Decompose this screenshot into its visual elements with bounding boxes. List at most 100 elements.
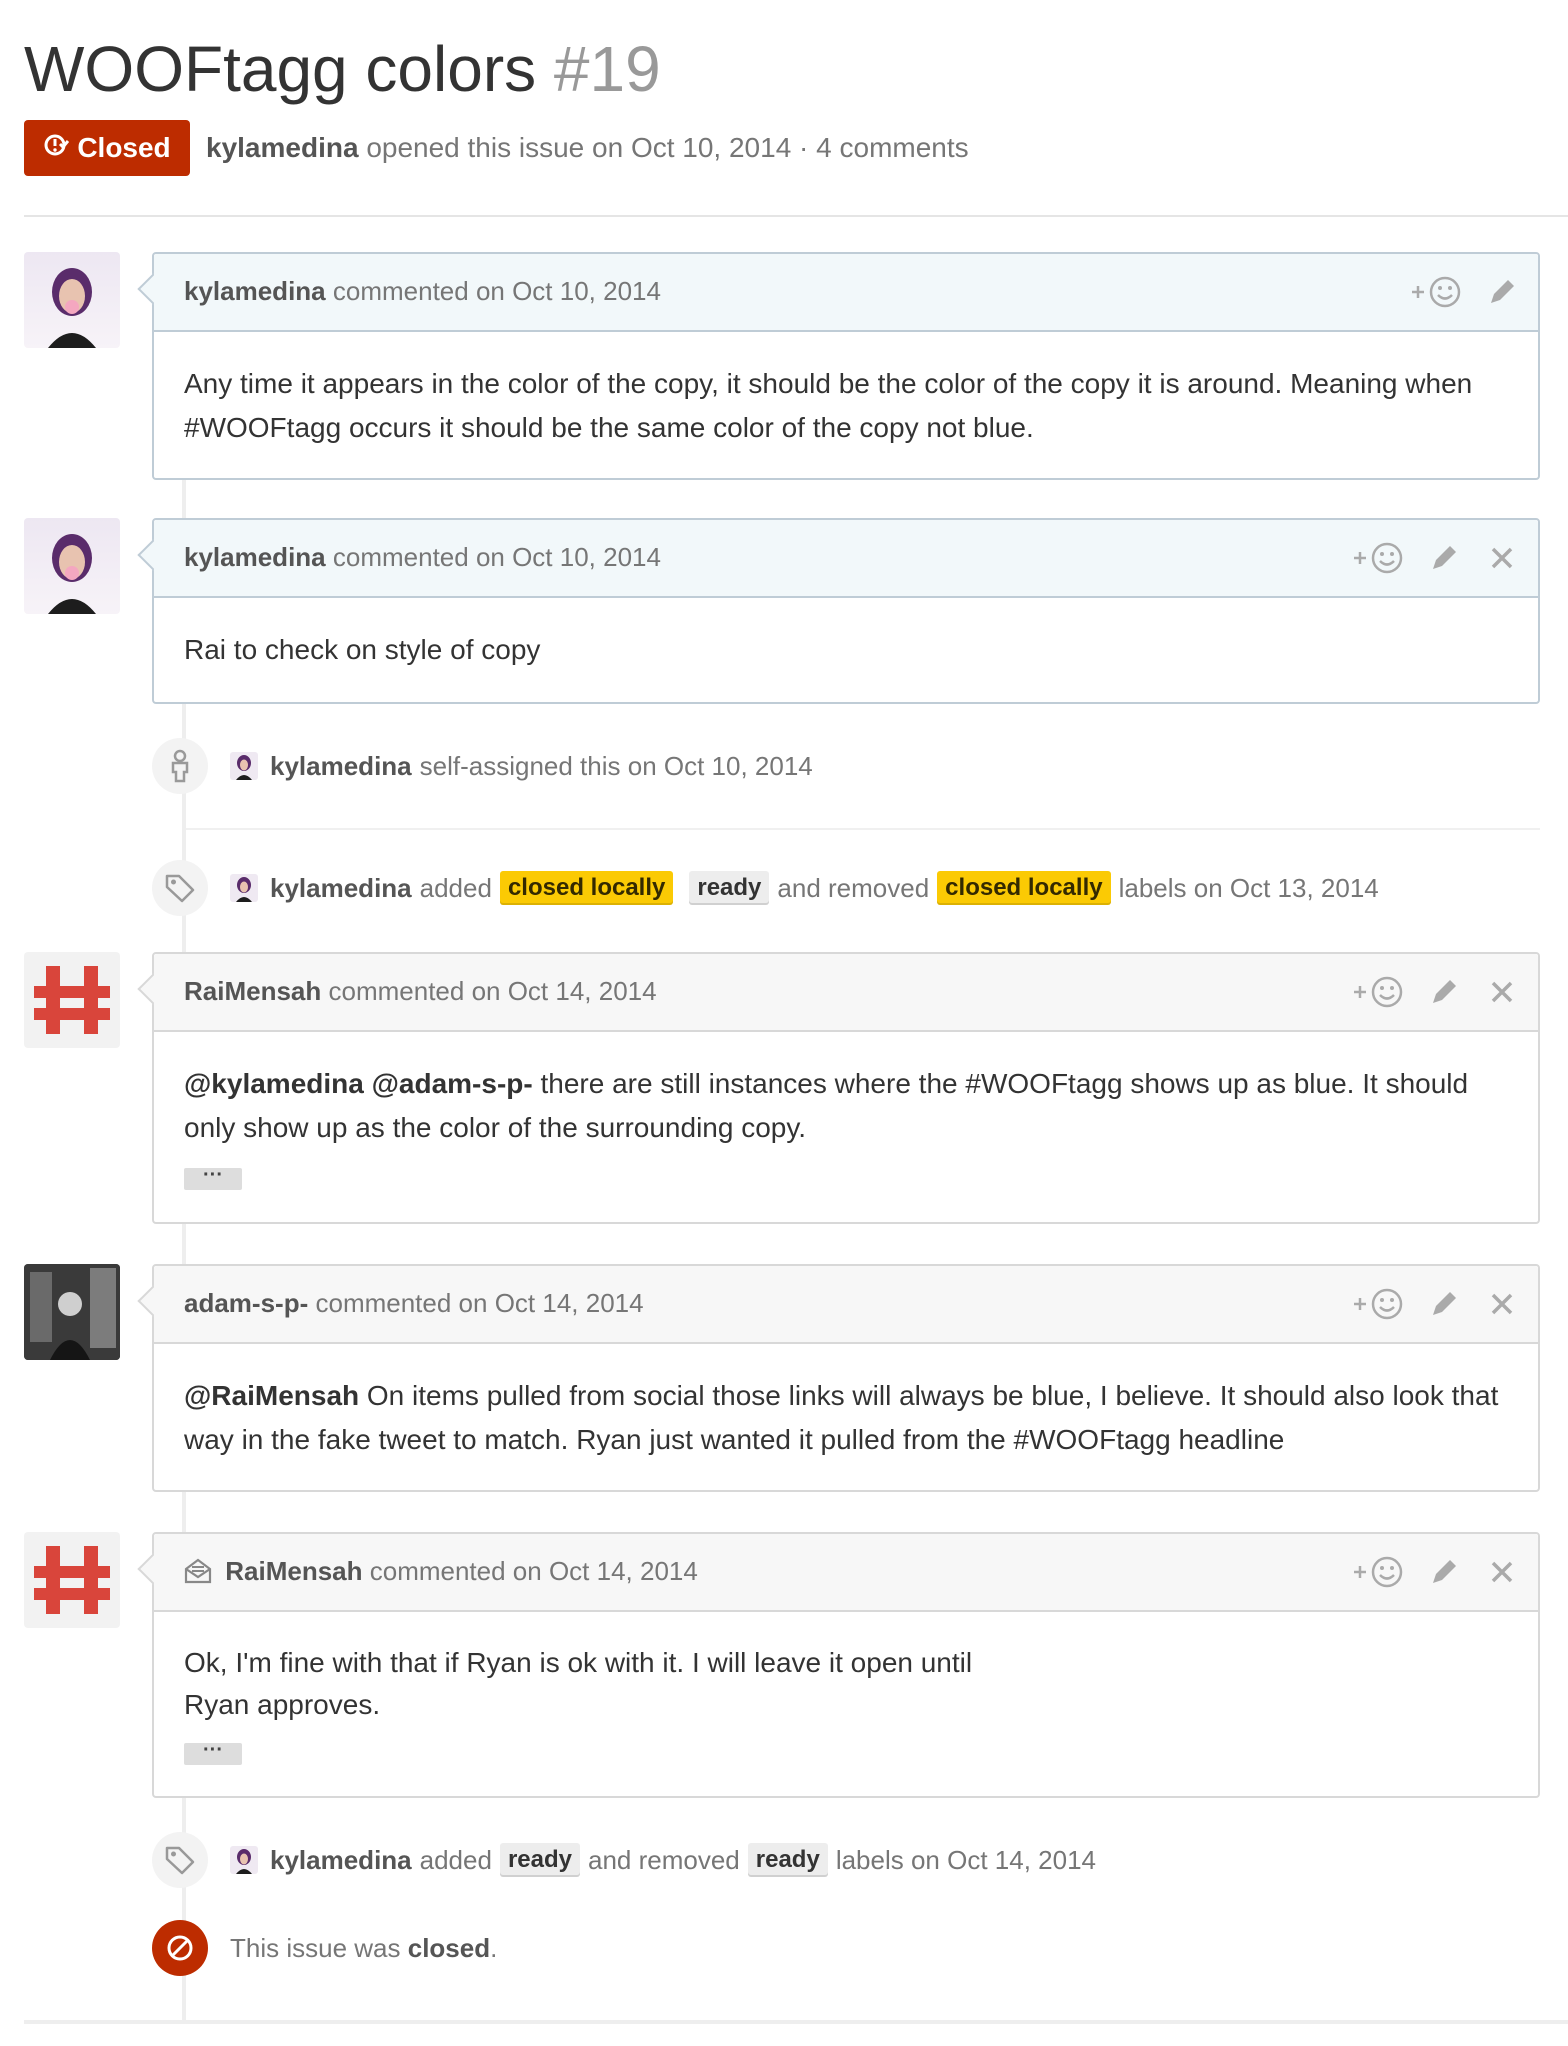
comment-author[interactable]: adam-s-p-	[184, 1288, 308, 1318]
comment-header: kylamedina commented on Oct 10, 2014	[154, 254, 1538, 332]
event-text: added	[419, 1844, 492, 1875]
assign-event: kylamedina self-assigned this on Oct 10,…	[152, 738, 813, 794]
pencil-icon[interactable]	[1424, 1284, 1464, 1324]
event-text: added	[419, 872, 492, 903]
comment-actions	[1350, 972, 1522, 1012]
comment-timestamp[interactable]: commented on Oct 10, 2014	[333, 276, 661, 306]
show-more-button[interactable]: ···	[184, 1165, 242, 1190]
state-label: Closed	[77, 132, 171, 163]
event-text: and removed	[588, 1844, 740, 1875]
closed-prefix: This issue was	[230, 1932, 401, 1963]
add-reaction-icon[interactable]	[1350, 538, 1406, 578]
comment-body: @RaiMensah On items pulled from social t…	[154, 1344, 1538, 1462]
comment-body: Any time it appears in the color of the …	[154, 332, 1538, 450]
comment-text-line: #WOOFtagg occurs it should be the same c…	[184, 412, 1034, 443]
email-icon	[184, 1556, 212, 1594]
comment-timestamp[interactable]: commented on Oct 10, 2014	[333, 542, 661, 572]
comment-body: @kylamedina @adam-s-p- there are still i…	[154, 1032, 1538, 1194]
mention-link[interactable]: @kylamedina	[184, 1068, 364, 1099]
comment-timestamp[interactable]: commented on Oct 14, 2014	[329, 976, 657, 1006]
avatar[interactable]	[24, 1264, 120, 1360]
event-text: labels on Oct 14, 2014	[835, 1844, 1096, 1875]
add-reaction-icon[interactable]	[1350, 972, 1406, 1012]
issue-closed-icon	[43, 132, 70, 165]
close-icon[interactable]	[1482, 1552, 1522, 1592]
timeline-end-divider	[24, 2020, 1568, 2024]
header-divider	[24, 215, 1568, 217]
show-more-button[interactable]: ···	[184, 1740, 242, 1765]
event-actor[interactable]: kylamedina	[270, 873, 412, 904]
comment-actions	[1408, 272, 1522, 312]
close-icon[interactable]	[1482, 972, 1522, 1012]
closed-state: closed	[407, 1932, 491, 1963]
label-event: kylamedina added ready and removed ready…	[152, 1832, 1096, 1888]
event-actor[interactable]: kylamedina	[270, 1845, 412, 1876]
issue-number: #19	[553, 33, 661, 105]
pencil-icon[interactable]	[1424, 972, 1464, 1012]
label-badge[interactable]: ready	[747, 1843, 828, 1877]
event-actor[interactable]: kylamedina	[270, 751, 412, 782]
comment-card: RaiMensah commented on Oct 14, 2014 @kyl…	[137, 952, 1540, 1224]
comment-text-line: Any time it appears in the color of the …	[184, 368, 1473, 399]
comment-actions	[1350, 1552, 1522, 1592]
event-text: and removed	[777, 872, 930, 903]
closed-suffix: .	[490, 1932, 498, 1963]
comment-text-line: Ok, I'm fine with that if Ryan is ok wit…	[184, 1647, 973, 1678]
avatar[interactable]	[24, 1532, 120, 1628]
comment-header: kylamedina commented on Oct 10, 2014	[154, 520, 1538, 598]
comment-timestamp[interactable]: commented on Oct 14, 2014	[370, 1556, 698, 1586]
comment-author[interactable]: RaiMensah	[225, 1556, 362, 1586]
event-divider	[186, 828, 1540, 830]
label-event: kylamedina added closed locally ready an…	[152, 860, 1379, 916]
label-badge[interactable]: closed locally	[499, 871, 674, 905]
label-badge[interactable]: closed locally	[937, 871, 1111, 905]
comment-text-line: way in the fake tweet to match. Ryan jus…	[184, 1424, 1285, 1455]
avatar[interactable]	[24, 518, 120, 614]
mention-link[interactable]: @adam-s-p-	[372, 1068, 533, 1099]
mini-avatar[interactable]	[230, 874, 258, 902]
issue-meta-text: opened this issue on Oct 10, 2014 · 4 co…	[366, 132, 969, 163]
issue-title: WOOFtagg colors	[24, 33, 537, 105]
comment-author[interactable]: RaiMensah	[184, 976, 321, 1006]
mini-avatar[interactable]	[230, 1846, 258, 1874]
label-badge[interactable]: ready	[499, 1843, 580, 1877]
comment-author[interactable]: kylamedina	[184, 276, 326, 306]
event-text: self-assigned this on Oct 10, 2014	[419, 750, 813, 781]
pencil-icon[interactable]	[1482, 272, 1522, 312]
issue-title-row: WOOFtagg colors #19	[24, 30, 661, 108]
comment-actions	[1350, 1284, 1522, 1324]
add-reaction-icon[interactable]	[1350, 1284, 1406, 1324]
comment-header: RaiMensah commented on Oct 14, 2014	[154, 1534, 1538, 1612]
comment-author[interactable]: kylamedina	[184, 542, 326, 572]
comment-text-line: Rai to check on style of copy	[184, 634, 541, 665]
person-icon	[152, 738, 208, 794]
comment-card: adam-s-p- commented on Oct 14, 2014 @Rai…	[137, 1264, 1540, 1492]
comment-actions	[1350, 538, 1522, 578]
pencil-icon[interactable]	[1424, 1552, 1464, 1592]
pencil-icon[interactable]	[1424, 538, 1464, 578]
comment-text-line: Ryan approves.	[184, 1689, 381, 1720]
issue-meta: kylamedina opened this issue on Oct 10, …	[206, 128, 969, 168]
comment-text: On items pulled from social those links …	[366, 1380, 1499, 1411]
closed-event: This issue was closed.	[152, 1920, 497, 1976]
comment-text-line: only show up as the color of the surroun…	[184, 1112, 807, 1143]
comment-card: kylamedina commented on Oct 10, 2014 Any…	[137, 252, 1540, 480]
comment-card: kylamedina commented on Oct 10, 2014 Rai…	[137, 518, 1540, 704]
issue-author-link[interactable]: kylamedina	[206, 132, 359, 163]
tag-icon	[152, 860, 208, 916]
add-reaction-icon[interactable]	[1350, 1552, 1406, 1592]
comment-body: Rai to check on style of copy	[154, 598, 1538, 672]
label-badge[interactable]: ready	[689, 871, 770, 905]
avatar[interactable]	[24, 952, 120, 1048]
state-badge: Closed	[24, 120, 190, 176]
mention-link[interactable]: @RaiMensah	[184, 1380, 359, 1411]
close-icon[interactable]	[1482, 1284, 1522, 1324]
comment-timestamp[interactable]: commented on Oct 14, 2014	[315, 1288, 643, 1318]
circle-slash-icon	[152, 1920, 208, 1976]
mini-avatar[interactable]	[230, 752, 258, 780]
close-icon[interactable]	[1482, 538, 1522, 578]
avatar[interactable]	[24, 252, 120, 348]
add-reaction-icon[interactable]	[1408, 272, 1464, 312]
comment-body: Ok, I'm fine with that if Ryan is ok wit…	[154, 1612, 1538, 1768]
comment-header: RaiMensah commented on Oct 14, 2014	[154, 954, 1538, 1032]
